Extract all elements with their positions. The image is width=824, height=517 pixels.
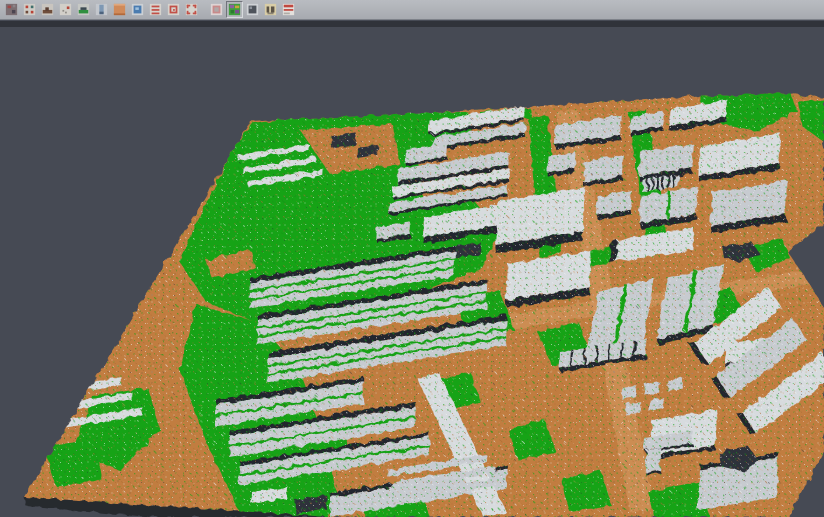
- toolbar: [0, 0, 824, 20]
- point-select-tool-icon[interactable]: [57, 1, 74, 18]
- clear-class-tool-icon[interactable]: [208, 1, 225, 18]
- terrain-mesh: [0, 60, 824, 517]
- globe-view-tool-icon[interactable]: [129, 1, 146, 18]
- classified-view-tool-icon[interactable]: [226, 1, 243, 18]
- vegetation-surface-tool-icon[interactable]: [75, 1, 92, 18]
- ground-class-tool-icon[interactable]: [111, 1, 128, 18]
- points-paint-tool-icon[interactable]: [3, 1, 20, 18]
- flag-report-tool-icon[interactable]: [280, 1, 297, 18]
- point-speckle-overlay-2: [0, 60, 824, 517]
- classify-points-tool-icon[interactable]: [21, 1, 38, 18]
- toolbar-separator-gap: [200, 1, 207, 18]
- toolbar-separator: [0, 21, 824, 27]
- viewport-3d-point-cloud[interactable]: [0, 0, 824, 517]
- coordinate-grid-tool-icon[interactable]: [262, 1, 279, 18]
- profile-slider-tool-icon[interactable]: [93, 1, 110, 18]
- application-window: [0, 0, 824, 517]
- class-list-tool-icon[interactable]: [147, 1, 164, 18]
- fence-select-tool-icon[interactable]: [183, 1, 200, 18]
- sphere-render-tool-icon[interactable]: [244, 1, 261, 18]
- target-settings-tool-icon[interactable]: [165, 1, 182, 18]
- terrain-surface-tool-icon[interactable]: [39, 1, 56, 18]
